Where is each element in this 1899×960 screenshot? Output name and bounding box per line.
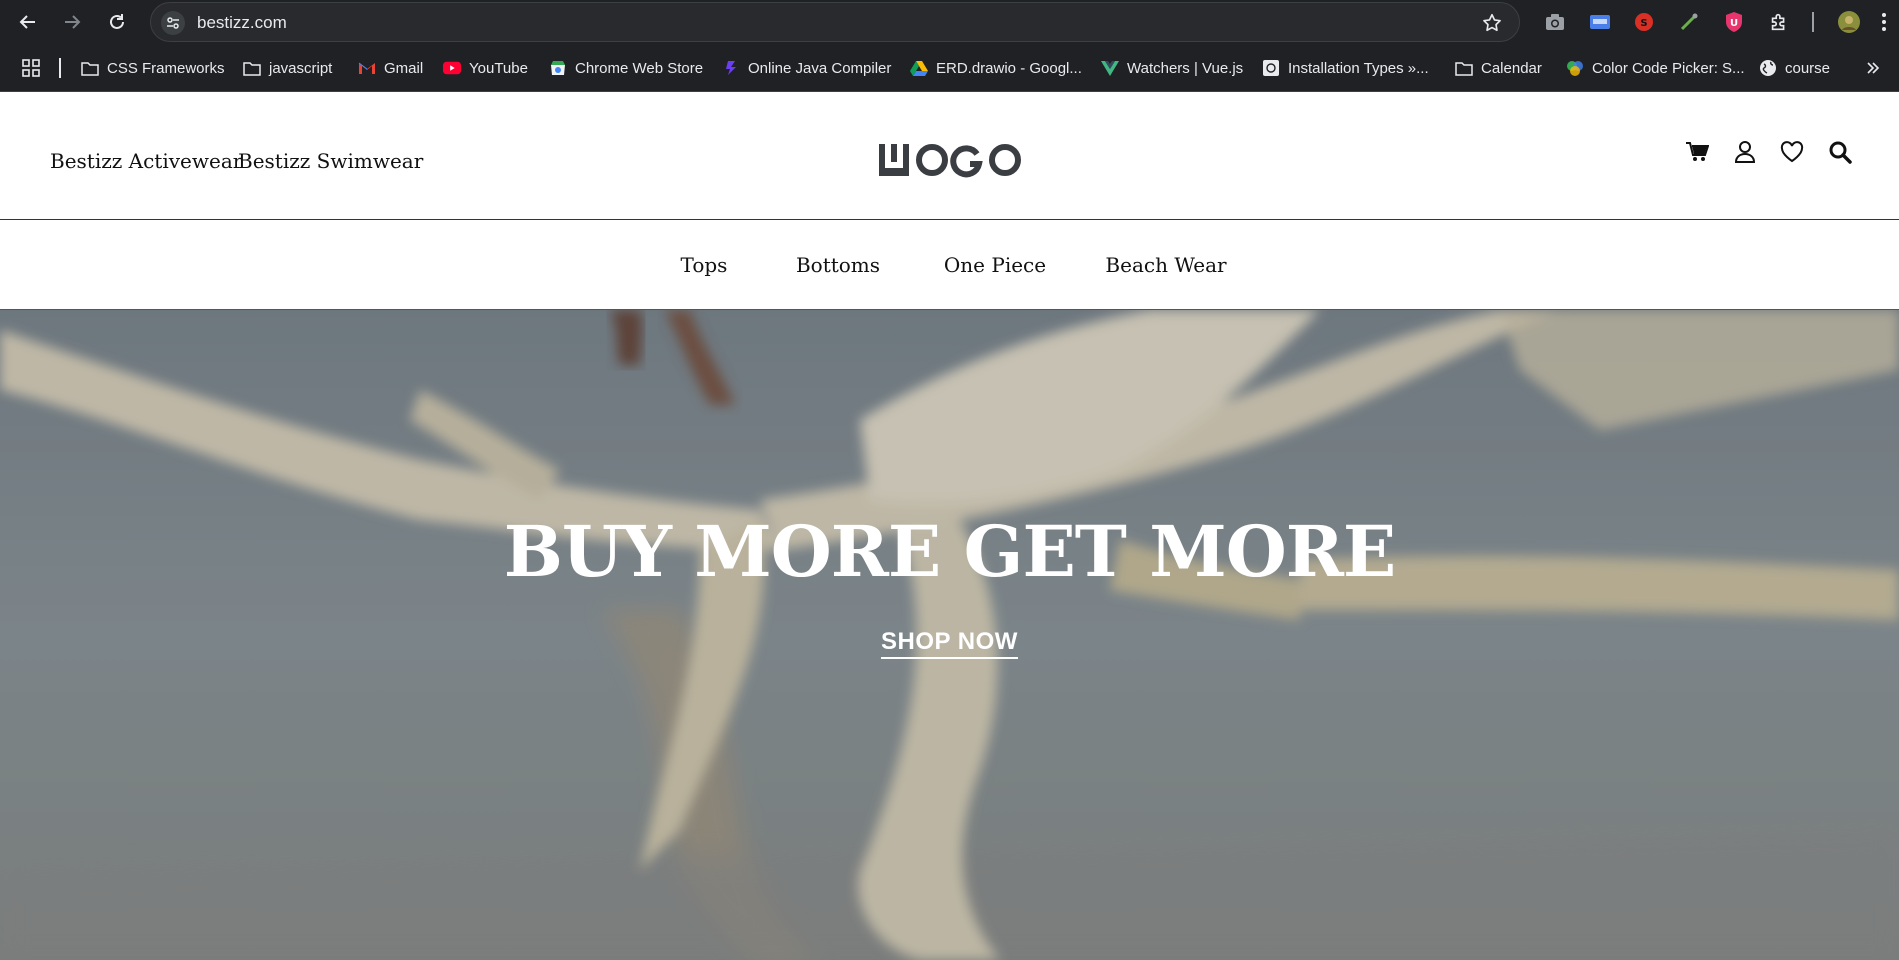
bookmark-css-frameworks[interactable]: CSS Frameworks: [81, 56, 225, 80]
bookmark-label: YouTube: [469, 59, 528, 77]
folder-icon: [243, 59, 261, 77]
bookmark-installation-types[interactable]: Installation Types »...: [1262, 56, 1429, 80]
seo-extension-icon[interactable]: S: [1632, 10, 1656, 34]
bookmark-youtube[interactable]: YouTube: [443, 56, 528, 80]
bookmark-label: course: [1785, 59, 1831, 77]
bookmark-chrome-web-store[interactable]: Chrome Web Store: [549, 56, 703, 80]
bookmark-label: javascript: [269, 59, 333, 77]
bookmark-label: Color Code Picker: S...: [1592, 59, 1745, 77]
nav-link-activewear[interactable]: Bestizz Activewear: [50, 149, 242, 173]
bookmark-label: Calendar: [1481, 59, 1542, 77]
reload-icon: [110, 14, 124, 29]
svg-text:U: U: [1730, 18, 1738, 29]
bookmark-watchers-vue[interactable]: Watchers | Vue.js: [1101, 56, 1243, 80]
bookmark-online-java-compiler[interactable]: Online Java Compiler: [722, 56, 891, 80]
category-bottoms[interactable]: Bottoms: [796, 253, 880, 277]
reload-button[interactable]: [103, 8, 131, 36]
docs-icon: [1262, 59, 1280, 77]
bookmark-label: Watchers | Vue.js: [1127, 59, 1244, 77]
svg-text:LOGO: LOGO: [946, 175, 952, 177]
bookmark-label: ERD.drawio - Googl...: [936, 59, 1082, 77]
back-button[interactable]: [14, 8, 42, 36]
site-settings-icon[interactable]: [161, 11, 185, 35]
folder-icon: [81, 59, 99, 77]
browser-toolbar: bestizz.com S U: [0, 0, 1899, 44]
more-bookmarks-chevron-icon[interactable]: [1866, 56, 1880, 80]
chrome-web-store-icon: [549, 59, 567, 77]
gmail-icon: [358, 59, 376, 77]
bookmark-color-code-picker[interactable]: Color Code Picker: S...: [1566, 56, 1745, 80]
bookmark-gmail[interactable]: Gmail: [358, 56, 423, 80]
vue-icon: [1101, 59, 1119, 77]
svg-text:S: S: [1640, 18, 1647, 29]
forward-button[interactable]: [58, 8, 86, 36]
user-icon[interactable]: [1731, 138, 1759, 166]
youtube-icon: [443, 59, 461, 77]
bookmark-erd-drawio[interactable]: ERD.drawio - Googl...: [910, 56, 1082, 80]
bookmark-label: CSS Frameworks: [107, 59, 225, 77]
bookmark-calendar[interactable]: Calendar: [1455, 56, 1542, 80]
site-logo[interactable]: LOGO: [877, 142, 1022, 178]
bookmarks-bar: CSS Frameworks javascript Gmail YouTube …: [0, 44, 1899, 92]
profile-avatar[interactable]: [1837, 10, 1861, 34]
bookmarks-divider: [59, 58, 61, 78]
category-one-piece[interactable]: One Piece: [944, 253, 1046, 277]
category-tops[interactable]: Tops: [681, 253, 728, 277]
google-drive-icon: [910, 59, 928, 77]
cart-icon[interactable]: [1683, 138, 1711, 166]
bookmark-course[interactable]: course: [1759, 56, 1830, 80]
extensions-puzzle-icon[interactable]: [1767, 10, 1791, 34]
forward-arrow-icon: [65, 15, 81, 29]
bookmark-javascript[interactable]: javascript: [243, 56, 332, 80]
address-bar[interactable]: bestizz.com: [150, 2, 1520, 42]
hero-banner: BUY MORE GET MORE SHOP NOW: [0, 310, 1899, 960]
bookmark-star-icon[interactable]: [1481, 12, 1503, 38]
site-header: Bestizz Activewear Bestizz Swimwear LOGO: [0, 92, 1899, 220]
hero-title: BUY MORE GET MORE: [503, 510, 1397, 593]
heart-icon[interactable]: [1778, 138, 1806, 166]
browser-menu-icon[interactable]: [1872, 10, 1896, 34]
bookmark-label: Chrome Web Store: [575, 59, 704, 77]
search-icon[interactable]: [1826, 138, 1854, 166]
bookmark-label: Gmail: [384, 59, 424, 77]
screenshot-extension-icon[interactable]: [1543, 10, 1567, 34]
ublock-extension-icon[interactable]: U: [1722, 10, 1746, 34]
apps-grid-icon[interactable]: [22, 56, 40, 80]
url-text[interactable]: bestizz.com: [197, 13, 287, 33]
shop-now-link-wrapper: SHOP NOW: [0, 628, 1899, 659]
bookmark-label: Installation Types »...: [1288, 59, 1429, 77]
back-arrow-icon: [19, 15, 35, 29]
category-nav: Tops Bottoms One Piece Beach Wear: [0, 220, 1899, 310]
shop-now-link[interactable]: SHOP NOW: [881, 628, 1018, 659]
toolbar-divider: [1812, 12, 1814, 32]
folder-icon: [1455, 59, 1473, 77]
java-compiler-icon: [722, 59, 740, 77]
color-dropper-extension-icon[interactable]: [1677, 10, 1701, 34]
nav-link-swimwear[interactable]: Bestizz Swimwear: [238, 149, 423, 173]
category-beach-wear[interactable]: Beach Wear: [1105, 253, 1226, 277]
bookmark-label: Online Java Compiler: [748, 59, 892, 77]
color-picker-icon: [1566, 59, 1584, 77]
globe-icon: [1759, 59, 1777, 77]
ruler-extension-icon[interactable]: [1588, 10, 1612, 34]
